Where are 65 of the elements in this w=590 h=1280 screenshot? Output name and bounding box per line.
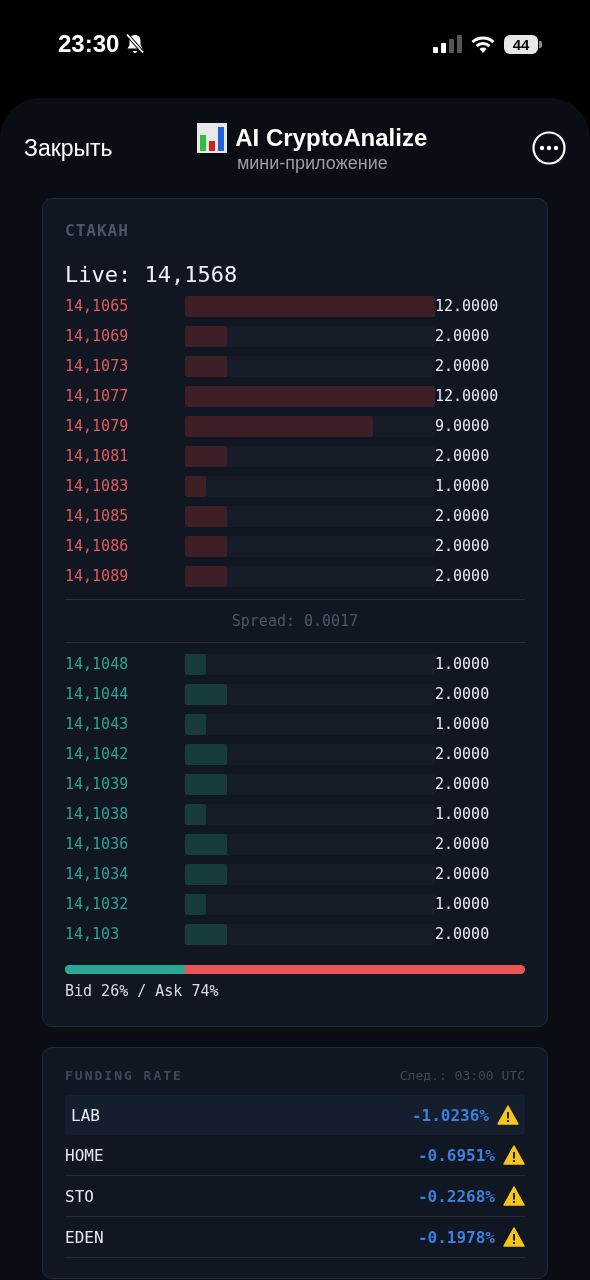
price: 14,1069 [65, 327, 130, 345]
price: 14,1032 [65, 895, 130, 913]
price: 14,103 [65, 925, 121, 943]
quantity: 2.0000 [435, 507, 491, 525]
quantity: 2.0000 [435, 865, 491, 883]
symbol: HOME [65, 1145, 105, 1165]
price: 14,1042 [65, 745, 130, 763]
symbol: LAB [71, 1105, 101, 1125]
wifi-icon [470, 34, 496, 54]
battery-level: 44 [504, 34, 538, 54]
funding-row[interactable]: HOME -0.6951% [65, 1135, 525, 1176]
card-title: СТАКАН [65, 221, 130, 240]
quantity: 2.0000 [435, 925, 491, 943]
price: 14,1043 [65, 715, 130, 733]
ratio-label: Bid 26% / Ask 74% [65, 982, 220, 1000]
price: 14,1065 [65, 297, 130, 315]
quantity: 2.0000 [435, 745, 491, 763]
signal-icon [432, 34, 462, 54]
quantity: 2.0000 [435, 327, 491, 345]
quantity: 2.0000 [435, 357, 491, 375]
price: 14,1089 [65, 567, 130, 585]
app-title: AI CryptoAnalize [235, 123, 428, 152]
close-button[interactable]: Закрыть [24, 134, 113, 162]
quantity: 12.0000 [435, 387, 500, 405]
quantity: 2.0000 [435, 567, 491, 585]
quantity: 2.0000 [435, 685, 491, 703]
funding-rate: -1.0236% [411, 1105, 489, 1125]
quantity: 1.0000 [435, 655, 491, 673]
spread: Spread: 0.0017 [231, 612, 359, 630]
price: 14,1077 [65, 387, 130, 405]
quantity: 9.0000 [435, 417, 491, 435]
price: 14,1085 [65, 507, 130, 525]
price: 14,1038 [65, 805, 130, 823]
clock: 23:30 [58, 30, 120, 58]
live-price: Live: 14,1568 [65, 262, 239, 287]
price: 14,1073 [65, 357, 130, 375]
symbol: STO [65, 1186, 95, 1206]
funding-rate: -0.6951% [417, 1145, 495, 1165]
funding-row[interactable]: STO -0.2268% [65, 1176, 525, 1217]
price: 14,1034 [65, 865, 130, 883]
quantity: 1.0000 [435, 805, 491, 823]
app-subtitle: мини-приложение [236, 152, 388, 174]
price: 14,1086 [65, 537, 130, 555]
symbol: EDEN [65, 1227, 105, 1247]
price: 14,1044 [65, 685, 130, 703]
quantity: 1.0000 [435, 715, 491, 733]
quantity: 2.0000 [435, 447, 491, 465]
price: 14,1036 [65, 835, 130, 853]
funding-rate: -0.1978% [417, 1227, 495, 1247]
quantity: 2.0000 [435, 537, 491, 555]
more-button[interactable] [532, 131, 566, 165]
quantity: 1.0000 [435, 477, 491, 495]
price: 14,1081 [65, 447, 130, 465]
quantity: 1.0000 [435, 895, 491, 913]
quantity: 2.0000 [435, 835, 491, 853]
quantity: 12.0000 [435, 297, 500, 315]
funding-row[interactable]: LAB -1.0236% [65, 1095, 525, 1135]
price: 14,1039 [65, 775, 130, 793]
bar-chart-icon [197, 122, 228, 153]
quantity: 2.0000 [435, 775, 491, 793]
funding-rate: -0.2268% [417, 1186, 495, 1206]
price: 14,1083 [65, 477, 130, 495]
price: 14,1079 [65, 417, 130, 435]
price: 14,1048 [65, 655, 130, 673]
funding-row[interactable]: EDEN -0.1978% [65, 1217, 525, 1258]
